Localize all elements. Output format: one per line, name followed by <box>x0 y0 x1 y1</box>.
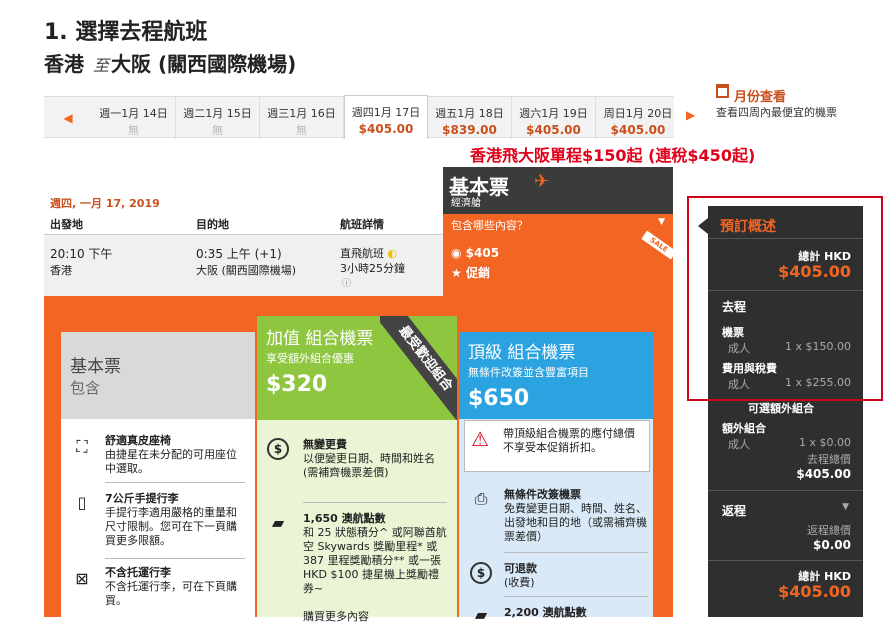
points-card-icon: ▰ <box>271 513 285 532</box>
fare-price: $405 <box>465 246 500 260</box>
fare-tag: ★ 促銷 <box>451 266 490 280</box>
max-feature: 2,200 澳航點數 <box>504 606 587 619</box>
arrival-city: 大阪 (關西國際機場) <box>196 264 297 277</box>
grand-total: $405.00 <box>778 582 851 601</box>
max-package-header: 頂級 組合機票 無條件改簽並含豐富項目 $650 <box>459 332 653 419</box>
month-view-subtitle: 查看四周內最便宜的機票 <box>716 106 837 119</box>
highlight-box <box>687 196 883 401</box>
whats-included-dropdown[interactable]: 包含哪些內容？ ▼ <box>443 214 673 234</box>
fare-radio[interactable]: ◉ $405 <box>451 246 499 260</box>
right-arrow-icon[interactable]: ▶ <box>686 108 695 122</box>
info-icon[interactable]: ⓘ <box>342 276 351 289</box>
max-feature: 可退款 (收費) <box>504 562 537 589</box>
return-total-label: 返程總價 <box>807 524 851 537</box>
flight-row: 20:10 下午 香港 0:35 上午 (+1) 大阪 (關西國際機場) 直飛航… <box>44 234 443 296</box>
route-separator: 至 <box>92 56 109 75</box>
max-warning: ⚠ 帶頂級組合機票的應付總價不享受本促銷折扣。 <box>464 420 650 472</box>
calendar-icon <box>716 84 729 98</box>
warning-icon: ⚠ <box>471 427 489 451</box>
radio-icon[interactable]: ◉ <box>451 246 461 260</box>
outbound-total: $405.00 <box>796 467 851 481</box>
promo-banner: 香港飛大阪單程$150起 (連稅$450起) <box>470 146 756 165</box>
left-arrow-icon[interactable]: ◀ <box>44 97 92 139</box>
route-title: 香港 至大阪 (關西國際機場) <box>44 48 296 77</box>
outbound-total-label: 去程總價 <box>807 453 851 466</box>
basic-feature: 舒適真皮座椅 由捷星在未分配的可用座位中選取。 <box>105 434 237 475</box>
no-checked-bag-icon: ⊠ <box>75 569 89 588</box>
moon-icon: ◐ <box>387 247 398 260</box>
flight-duration: 3小時25分鐘 <box>340 262 405 275</box>
basic-package-header: 基本票 包含 <box>61 332 255 419</box>
date-tab[interactable]: 週三1月 16日無 <box>260 97 344 139</box>
return-label[interactable]: 返程 <box>722 502 746 519</box>
chevron-down-icon[interactable]: ▼ <box>842 502 849 512</box>
return-total: $0.00 <box>813 538 851 552</box>
fare-option[interactable]: SALE ◉ $405 ★ 促銷 <box>443 230 677 296</box>
departure-time: 20:10 下午 <box>50 247 113 261</box>
fare-subtitle: 經濟艙 <box>451 198 481 209</box>
extras-label: 額外組合 <box>722 422 766 435</box>
origin-header: 出發地 <box>50 218 83 231</box>
extras-amount: 1 x $0.00 <box>799 436 851 449</box>
basic-package[interactable]: 基本票 包含 ⛶ 舒適真皮座椅 由捷星在未分配的可用座位中選取。 ▯ 7公斤手提行李… <box>61 332 255 617</box>
no-fee-icon: $ <box>267 438 289 460</box>
sale-tag: SALE <box>641 230 677 260</box>
date-tab[interactable]: 週五1月 18日 $839.00 <box>428 97 512 139</box>
seat-icon: ⛶ <box>76 437 88 456</box>
popular-ribbon: 最受歡迎組合 <box>380 316 457 420</box>
fare-header: 基本票 ✈ 經濟艙 <box>443 167 673 214</box>
page-title: 1. 選擇去程航班 <box>44 20 208 45</box>
route-to: 大阪 (關西國際機場) <box>110 52 297 76</box>
plus-feature: 1,650 澳航點數和 25 狀態積分^ 或阿聯酋航空 Skywards 獎勵里… <box>303 512 447 595</box>
basic-feature: 不含托運行李 不含托運行李，可在下頁購買。 <box>105 566 237 607</box>
extras-title: 可選額外組合 <box>748 402 814 415</box>
departure-city: 香港 <box>50 264 72 277</box>
refund-icon: $ <box>470 562 492 584</box>
warning-text: 帶頂級組合機票的應付總價不享受本促銷折扣。 <box>503 427 635 454</box>
date-tab[interactable]: 週一1月 14日無 <box>92 97 176 139</box>
details-header: 航班詳情 <box>340 218 384 231</box>
date-tab[interactable]: 週二1月 15日無 <box>176 97 260 139</box>
date-tab[interactable]: 週六1月 19日 $405.00 <box>512 97 596 139</box>
date-tab[interactable]: 周日1月 20日 $405.00 <box>596 97 680 139</box>
plane-icon: ✈ <box>534 171 550 192</box>
basic-feature: 7公斤手提行李 手提行李適用嚴格的重量和尺寸限制。您可在下一頁購買更多限額。 <box>105 492 237 547</box>
max-feature: 無條件改簽機票 免費變更日期、時間、姓名、出發地和目的地（或需補齊機票差價） <box>504 488 647 543</box>
carry-on-icon: ▯ <box>77 493 87 512</box>
plus-more-link[interactable]: 購買更多內容 <box>303 610 447 624</box>
date-selector: ◀ 週一1月 14日無 週二1月 15日無 週三1月 16日無 週四1月 17日… <box>44 95 674 139</box>
route-from: 香港 <box>44 52 84 76</box>
chevron-down-icon: ▼ <box>658 217 665 227</box>
month-view-link[interactable]: 月份查看 <box>734 86 786 105</box>
arrival-time: 0:35 上午 (+1) <box>196 247 282 261</box>
date-tab-selected[interactable]: 週四1月 17日 $405.00 <box>344 95 428 139</box>
points-card-icon: ▰ <box>474 605 488 624</box>
plus-feature: 無變更費 以便變更日期、時間和姓名 (需補齊機票差價) <box>303 438 435 479</box>
popular-ribbon-wrap: 最受歡迎組合 <box>380 316 457 420</box>
flight-date: 週四, 一月 17, 2019 <box>50 197 160 210</box>
star-icon: ★ <box>451 266 462 280</box>
change-ticket-icon: ⎙ <box>474 489 488 508</box>
dest-header: 目的地 <box>196 218 229 231</box>
flight-type: 直飛航班 ◐ <box>340 247 398 260</box>
adult-label: 成人 <box>728 438 750 451</box>
